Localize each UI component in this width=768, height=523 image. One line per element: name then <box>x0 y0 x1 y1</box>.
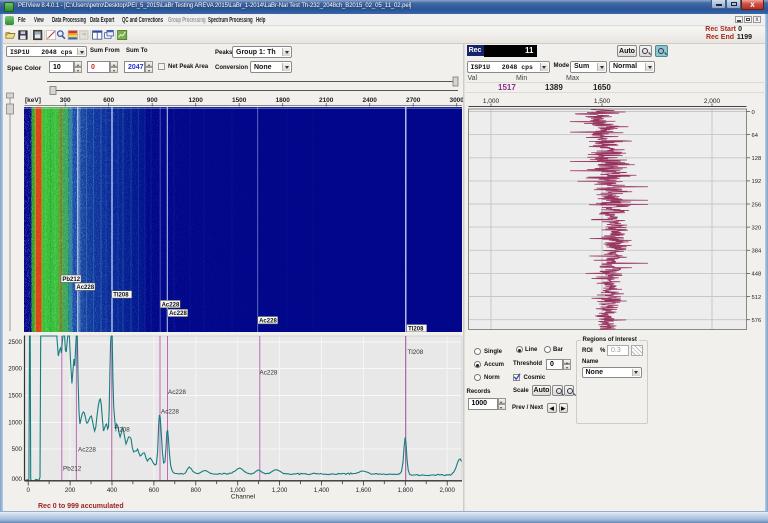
svg-text:1000: 1000 <box>8 420 22 427</box>
svg-text:Tl208: Tl208 <box>113 293 129 299</box>
svg-text:Ac228: Ac228 <box>260 370 278 377</box>
svg-text:000: 000 <box>12 476 23 483</box>
svg-text:400: 400 <box>107 487 118 494</box>
svg-text:0: 0 <box>26 487 30 494</box>
svg-text:1,600: 1,600 <box>356 487 372 494</box>
svg-text:2,000: 2,000 <box>439 487 455 494</box>
svg-text:1,800: 1,800 <box>398 487 414 494</box>
svg-text:448: 448 <box>752 272 762 278</box>
svg-text:600: 600 <box>149 487 160 494</box>
svg-text:576: 576 <box>752 318 762 324</box>
svg-text:2500: 2500 <box>8 339 22 346</box>
svg-text:800: 800 <box>191 487 202 494</box>
svg-text:Tl208: Tl208 <box>408 349 424 356</box>
svg-text:500: 500 <box>12 446 23 453</box>
svg-text:Ac228: Ac228 <box>169 311 187 317</box>
svg-text:384: 384 <box>752 249 762 255</box>
svg-text:Ac228: Ac228 <box>161 409 179 416</box>
svg-text:256: 256 <box>752 202 762 208</box>
svg-text:Rec 0 to 999 accumulated: Rec 0 to 999 accumulated <box>38 503 124 510</box>
svg-text:320: 320 <box>752 225 762 231</box>
svg-text:Tl208: Tl208 <box>114 427 130 434</box>
svg-text:Ac228: Ac228 <box>162 302 180 308</box>
svg-text:512: 512 <box>752 295 762 301</box>
svg-text:1500: 1500 <box>8 393 22 400</box>
svg-text:64: 64 <box>752 133 759 139</box>
svg-text:0: 0 <box>752 110 755 116</box>
svg-text:Channel: Channel <box>231 494 256 501</box>
svg-text:2000: 2000 <box>8 366 22 373</box>
svg-text:128: 128 <box>752 156 762 162</box>
svg-text:1,200: 1,200 <box>272 487 288 494</box>
svg-text:Pb212: Pb212 <box>63 466 82 473</box>
svg-text:Ac228: Ac228 <box>78 447 96 454</box>
svg-text:192: 192 <box>752 179 762 185</box>
svg-text:200: 200 <box>65 487 76 494</box>
svg-text:Ac228: Ac228 <box>168 389 186 396</box>
svg-text:1,400: 1,400 <box>314 487 330 494</box>
svg-text:Pb212: Pb212 <box>62 277 80 283</box>
svg-text:Ac228: Ac228 <box>76 285 94 291</box>
svg-text:Ac228: Ac228 <box>259 318 277 324</box>
